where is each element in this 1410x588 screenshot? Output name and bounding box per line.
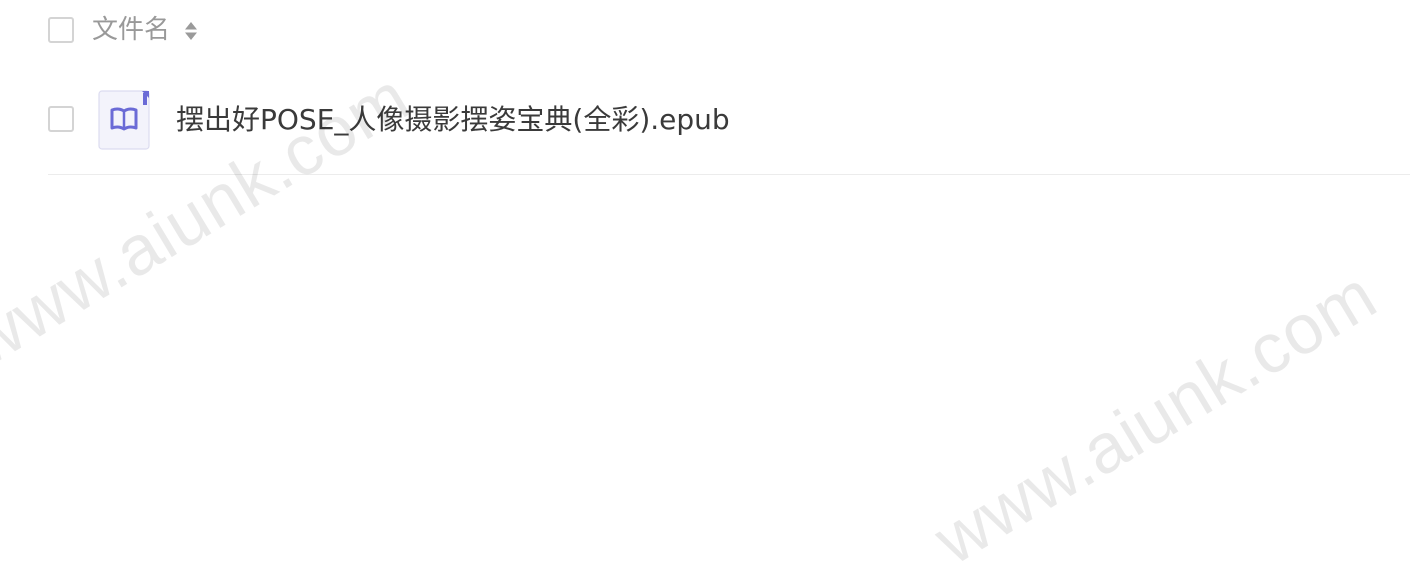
- epub-book-icon: [98, 90, 150, 150]
- file-row[interactable]: 摆出好POSE_人像摄影摆姿宝典(全彩).epub: [48, 84, 1410, 175]
- file-row-checkbox[interactable]: [48, 106, 74, 132]
- file-name[interactable]: 摆出好POSE_人像摄影摆姿宝典(全彩).epub: [176, 101, 730, 139]
- sort-updown-icon[interactable]: [184, 19, 198, 43]
- file-list-header: 文件名: [48, 0, 1410, 62]
- file-list: 文件名 摆出好POSE_人像摄影摆姿宝典(全彩).epub: [0, 0, 1410, 588]
- select-all-checkbox[interactable]: [48, 17, 74, 43]
- filename-column-header[interactable]: 文件名: [92, 13, 170, 47]
